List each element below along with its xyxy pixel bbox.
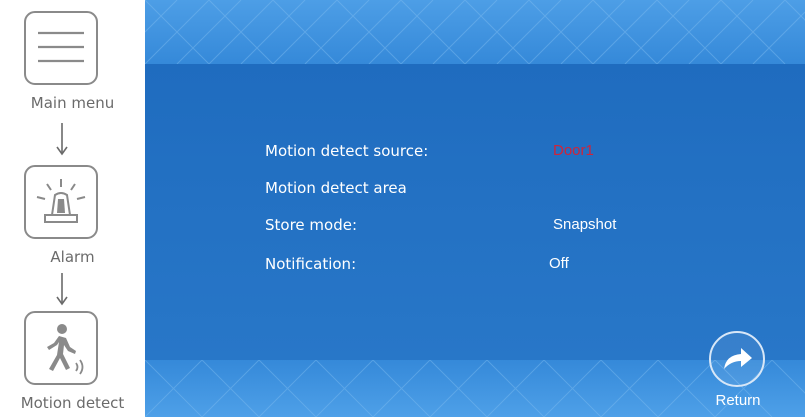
walking-person-icon — [47, 324, 84, 375]
share-arrow-icon — [724, 348, 752, 369]
notification-label[interactable]: Notification: — [265, 255, 356, 273]
main-menu-button[interactable] — [24, 11, 98, 85]
hamburger-icon — [38, 31, 84, 63]
main-menu-label: Main menu — [30, 94, 115, 112]
top-decorative-band — [145, 0, 805, 64]
motion-detect-source-value[interactable]: Door1 — [553, 142, 594, 159]
motion-detect-source-label[interactable]: Motion detect source: — [265, 142, 428, 160]
alarm-label: Alarm — [50, 248, 95, 266]
return-circle[interactable] — [709, 331, 765, 387]
arrow-down-icon — [56, 273, 68, 306]
navigation-path: Main menu Alarm Motion detect — [0, 0, 145, 417]
alarm-button[interactable] — [24, 165, 98, 239]
pattern-decoration — [145, 0, 805, 64]
motion-detect-button[interactable] — [24, 311, 98, 385]
store-mode-value[interactable]: Snapshot — [553, 216, 616, 233]
arrow-down-icon — [56, 123, 68, 156]
siren-icon — [36, 179, 86, 223]
return-button[interactable]: Return — [708, 330, 768, 414]
motion-detect-area-label[interactable]: Motion detect area — [265, 179, 407, 197]
store-mode-label[interactable]: Store mode: — [265, 216, 357, 234]
notification-value[interactable]: Off — [549, 255, 569, 272]
return-label[interactable]: Return — [698, 392, 778, 409]
motion-detect-label: Motion detect — [20, 394, 125, 412]
settings-area — [145, 64, 805, 360]
settings-panel: Motion detect source: Door1 Motion detec… — [145, 0, 805, 417]
